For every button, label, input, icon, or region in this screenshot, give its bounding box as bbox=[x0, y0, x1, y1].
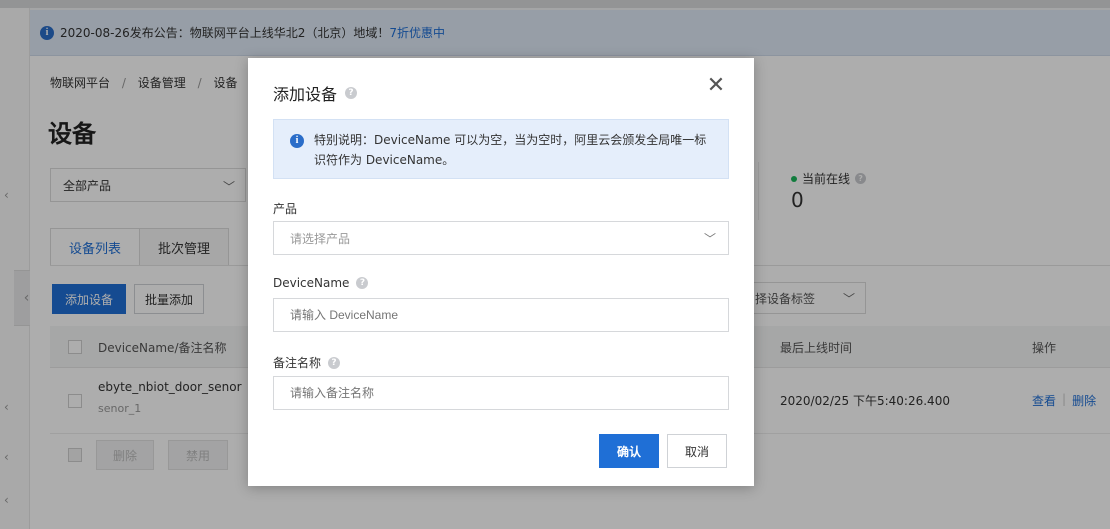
product-label: 产品 bbox=[273, 200, 297, 217]
close-icon[interactable]: ✕ bbox=[704, 75, 728, 99]
product-label-text: 产品 bbox=[273, 202, 298, 216]
info-icon: i bbox=[290, 134, 304, 148]
devicename-input[interactable] bbox=[273, 298, 729, 332]
help-icon[interactable]: ? bbox=[328, 356, 341, 369]
dialog-tip-text: 特别说明：DeviceName 可以为空，当为空时，阿里云会颁发全局唯一标识符作… bbox=[314, 133, 707, 167]
add-device-dialog: 添加设备 ? ✕ i 特别说明：DeviceName 可以为空，当为空时，阿里云… bbox=[248, 58, 754, 486]
dialog-title: 添加设备 ? bbox=[273, 81, 358, 105]
note-label: 备注名称 ? bbox=[273, 354, 341, 371]
cancel-button[interactable]: 取消 bbox=[667, 434, 727, 468]
help-icon[interactable]: ? bbox=[345, 87, 358, 99]
note-input[interactable] bbox=[273, 376, 729, 410]
dialog-tip: i 特别说明：DeviceName 可以为空，当为空时，阿里云会颁发全局唯一标识… bbox=[273, 119, 729, 179]
dialog-title-text: 添加设备 bbox=[273, 85, 338, 104]
confirm-button[interactable]: 确认 bbox=[599, 434, 659, 468]
note-label-text: 备注名称 bbox=[273, 356, 322, 370]
chevron-down-icon: ﹀ bbox=[703, 232, 716, 246]
product-select-placeholder: 请选择产品 bbox=[290, 231, 351, 246]
devicename-label: DeviceName ? bbox=[273, 276, 369, 290]
devicename-label-text: DeviceName bbox=[273, 276, 350, 290]
help-icon[interactable]: ? bbox=[356, 277, 369, 289]
product-select[interactable]: 请选择产品 ﹀ bbox=[273, 221, 729, 255]
